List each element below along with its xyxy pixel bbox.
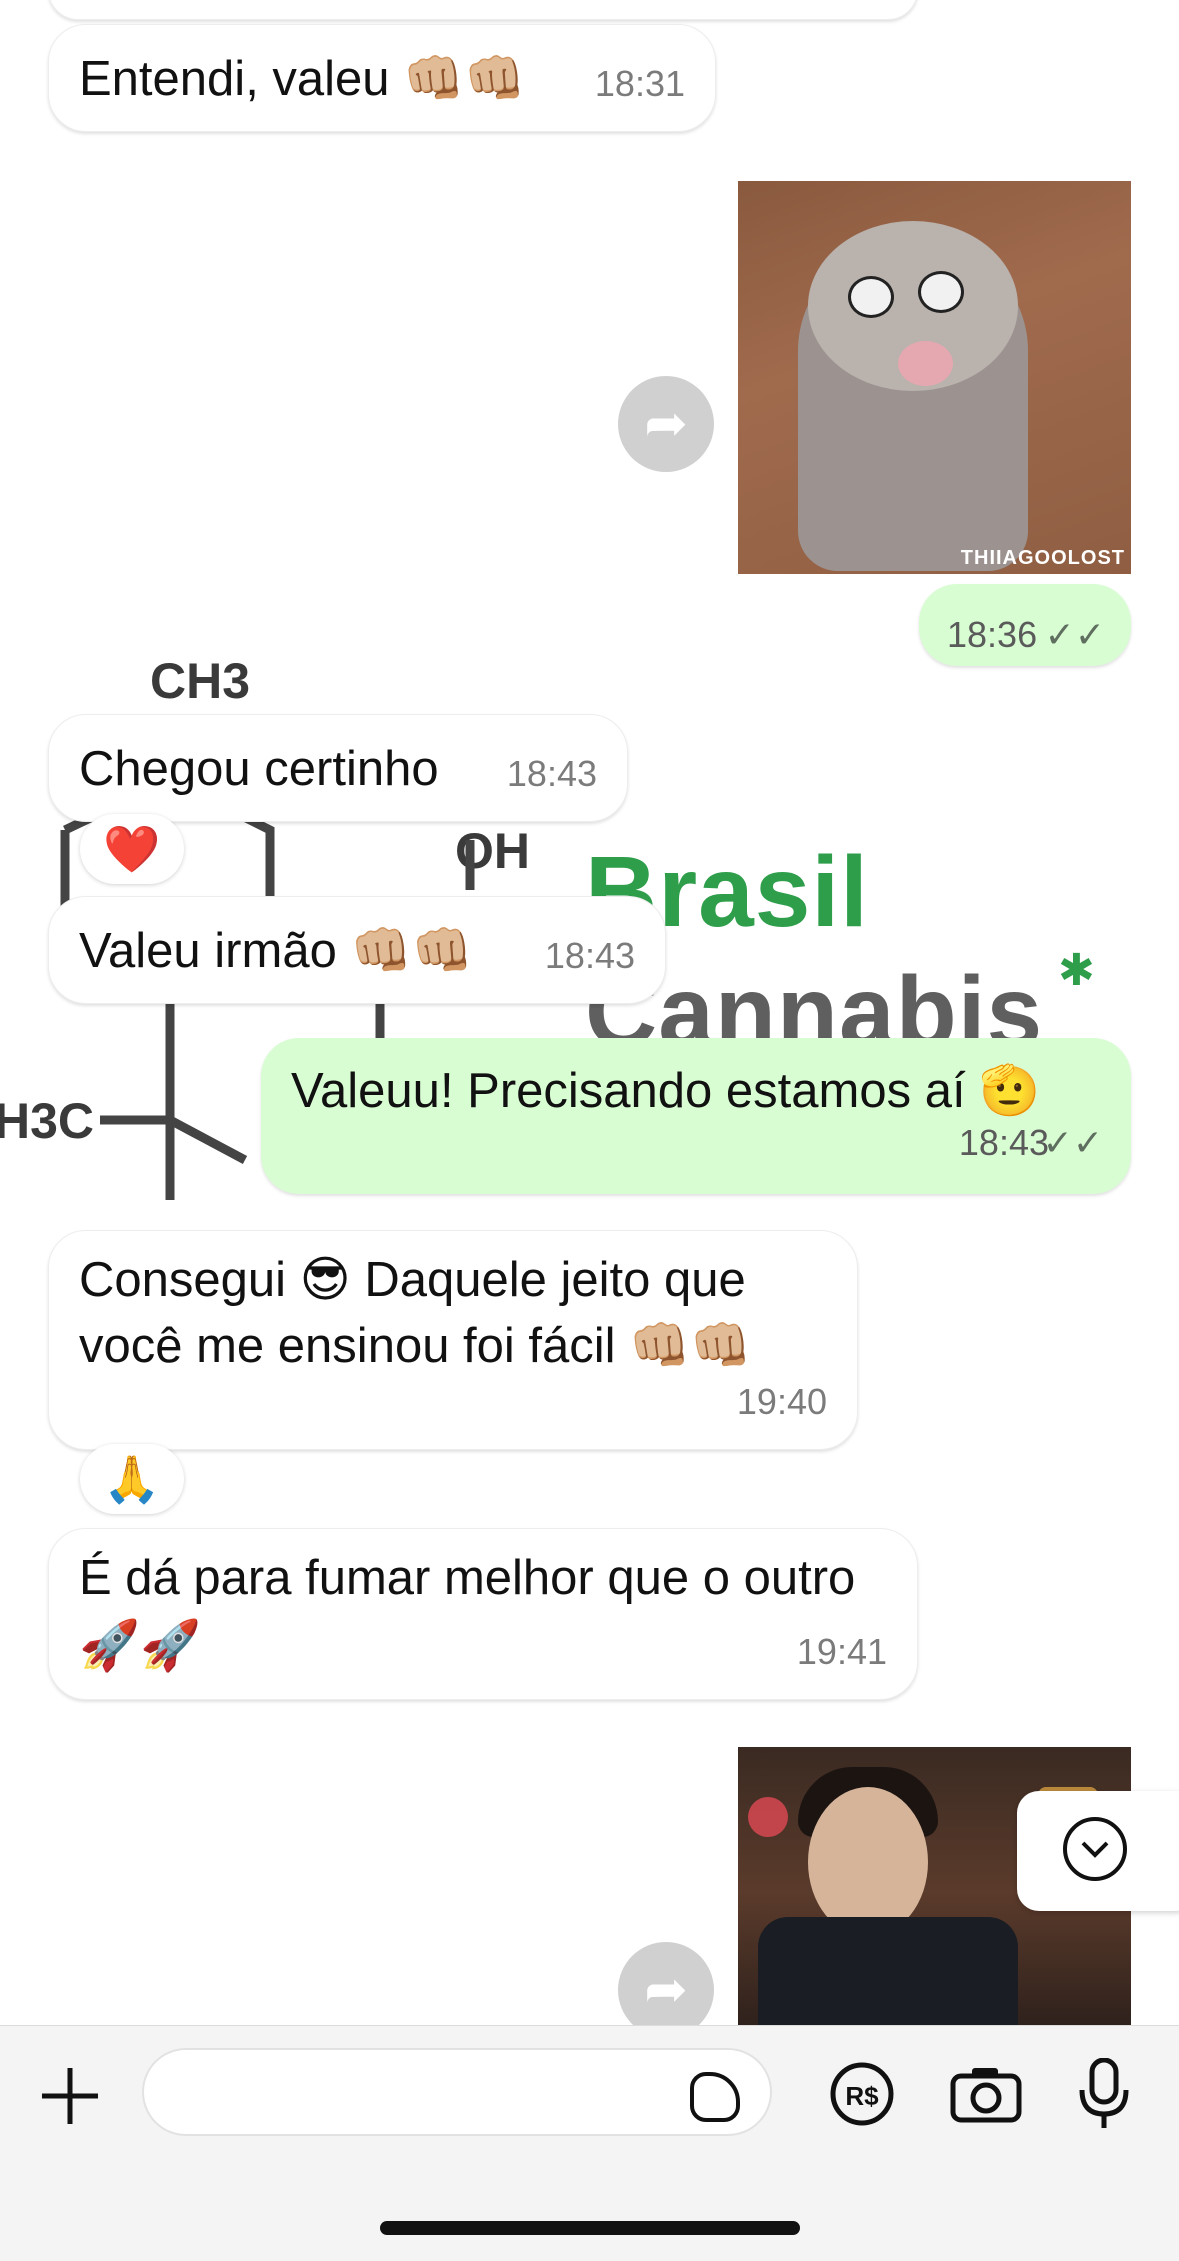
home-indicator xyxy=(380,2221,800,2235)
message-time: 18:43 xyxy=(506,753,597,794)
payment-button[interactable]: R$ xyxy=(826,2058,898,2130)
chevron-down-icon xyxy=(1063,1817,1127,1881)
message-text: Chegou certinho xyxy=(79,742,439,796)
camera-button[interactable] xyxy=(950,2058,1022,2130)
message-time: 19:40 xyxy=(736,1381,827,1422)
reaction-badge[interactable]: ❤️ xyxy=(80,814,184,884)
payment-icon: R$ xyxy=(830,2062,894,2126)
forward-icon: ➦ xyxy=(644,395,688,453)
incoming-message[interactable]: É dá para fumar melhor que o outro 🚀🚀 19… xyxy=(48,1528,918,1700)
message-input-wrapper xyxy=(142,2048,772,2136)
incoming-message[interactable]: Consegui 😎 Daquele jeito que você me ens… xyxy=(48,1230,858,1450)
message-text-line1: Consegui 😎 Daquele jeito que xyxy=(79,1253,746,1307)
attach-plus-button[interactable] xyxy=(38,2064,102,2128)
message-partial[interactable] xyxy=(48,0,918,20)
camera-icon xyxy=(950,2068,1022,2123)
message-text-line2: você me ensinou foi fácil 👊🏼👊🏼 xyxy=(79,1319,752,1373)
image-watermark: THIIAGOOLOST xyxy=(960,547,1125,569)
forward-button[interactable]: ➦ xyxy=(618,1942,714,2025)
incoming-message[interactable]: Valeu irmão 👊🏼👊🏼 18:43 xyxy=(48,896,666,1004)
svg-text:R$: R$ xyxy=(845,2081,879,2111)
chat-area[interactable]: Brasil Cannabis ✱ CH3 OH H3C Entendi, va… xyxy=(0,0,1179,2025)
cannabis-leaf-icon: ✱ xyxy=(1058,946,1095,995)
message-text-line1: É dá para fumar melhor que o outro xyxy=(79,1551,856,1605)
message-text: Valeuu! Precisando estamos aí 🫡 xyxy=(291,1064,1041,1118)
pray-reaction-icon: 🙏 xyxy=(103,1452,161,1505)
message-time: 18:43 xyxy=(544,935,635,976)
scroll-to-bottom-button[interactable] xyxy=(1017,1791,1179,1911)
read-ticks-icon: ✓✓ xyxy=(1044,614,1105,655)
forward-button[interactable]: ➦ xyxy=(618,376,714,472)
sticker-icon[interactable] xyxy=(690,2072,740,2122)
message-time: 19:41 xyxy=(796,1631,887,1672)
message-time: 18:36 xyxy=(947,614,1038,655)
heart-reaction-icon: ❤️ xyxy=(103,822,161,875)
incoming-message[interactable]: Entendi, valeu 👊🏼👊🏼 18:31 xyxy=(48,24,716,132)
gif-image-opossum[interactable]: THIIAGOOLOST xyxy=(738,181,1131,574)
message-input[interactable] xyxy=(168,2060,692,2126)
reaction-badge[interactable]: 🙏 xyxy=(80,1444,184,1514)
outgoing-message-time[interactable]: 18:36 ✓✓ xyxy=(919,584,1131,666)
microphone-button[interactable] xyxy=(1068,2058,1140,2130)
outgoing-message[interactable]: Valeuu! Precisando estamos aí 🫡 18:43 ✓✓ xyxy=(261,1038,1131,1194)
microphone-icon xyxy=(1079,2058,1129,2128)
message-text: Valeu irmão 👊🏼👊🏼 xyxy=(79,924,473,978)
read-ticks-icon: ✓✓ xyxy=(1042,1122,1103,1163)
plus-icon xyxy=(42,2068,98,2124)
message-time: 18:31 xyxy=(594,63,685,104)
message-text-line2: 🚀🚀 xyxy=(79,1619,202,1673)
message-time: 18:43 xyxy=(958,1122,1049,1163)
forward-icon: ➦ xyxy=(644,1961,688,2019)
incoming-message[interactable]: Chegou certinho 18:43 xyxy=(48,714,628,822)
message-text: Entendi, valeu 👊🏼👊🏼 xyxy=(79,52,526,106)
